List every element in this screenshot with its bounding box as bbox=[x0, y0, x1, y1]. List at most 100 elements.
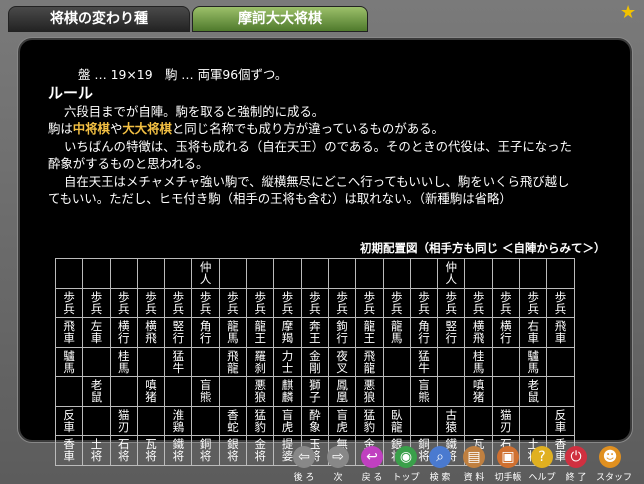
piece-label: 歩兵 bbox=[199, 289, 212, 316]
board-cell: 桂馬 bbox=[109, 346, 138, 377]
board-cell: 悪狼 bbox=[246, 376, 275, 407]
piece-label: 歩兵 bbox=[63, 289, 75, 316]
piece-label: 歩兵 bbox=[145, 289, 157, 316]
return-button[interactable]: ↩ 戻 る bbox=[358, 444, 386, 484]
board-cell: 龍馬 bbox=[382, 317, 411, 348]
piece-label: 歩兵 bbox=[90, 289, 103, 316]
board-cell: 羅刹 bbox=[246, 346, 275, 377]
board-cell: 飛車 bbox=[546, 317, 575, 348]
board-cell: 角行 bbox=[409, 317, 439, 348]
piece-label: 鉤行 bbox=[336, 319, 348, 346]
piece-label: 猛牛 bbox=[418, 348, 430, 375]
piece-label: 嗔猪 bbox=[145, 378, 157, 405]
tab-maka-daidai-shogi[interactable]: 摩訶大大将棋 bbox=[192, 6, 368, 32]
star-icon[interactable]: ★ bbox=[620, 4, 638, 22]
piece-label: 酔象 bbox=[309, 407, 321, 434]
search-label: 検 索 bbox=[429, 473, 451, 483]
board-cell: 猛豹 bbox=[355, 405, 384, 436]
search-button[interactable]: ⌕ 検 索 bbox=[426, 444, 454, 484]
initial-setup-board: 仲人 仲人 歩兵 歩兵 歩兵 歩兵 歩兵 歩兵 歩兵 歩兵 歩兵 歩兵 歩兵 歩兵 歩兵 歩兵 歩兵 歩兵 歩兵 歩兵… bbox=[54, 258, 575, 466]
board-cell: 歩兵 bbox=[355, 287, 384, 318]
top-button[interactable]: ◉ トップ bbox=[392, 444, 420, 484]
piece-label: 摩羯 bbox=[281, 319, 294, 346]
help-label: ヘルプ bbox=[528, 473, 556, 483]
board-cell bbox=[191, 346, 220, 377]
link-daidai-shogi[interactable]: 大大将棋 bbox=[122, 121, 172, 136]
piece-label: 反車 bbox=[554, 407, 567, 434]
staff-button[interactable]: ☻ スタッフ bbox=[596, 444, 633, 484]
rule-paragraph-3a: いちばんの特徴は、玉将も成れる（自在天王）のである。そのときの代役は、王子になっ… bbox=[64, 138, 572, 154]
next-button[interactable]: ⇨ 次 bbox=[324, 444, 352, 484]
kiribuda-label: 切手帳 bbox=[494, 473, 522, 483]
rule-paragraph-3b: 酔象がするものと思われる。 bbox=[48, 156, 209, 171]
board-cell: 龍王 bbox=[355, 317, 384, 348]
piece-label: 角行 bbox=[199, 319, 212, 346]
board-cell: 歩兵 bbox=[300, 287, 329, 318]
board-cell: 反車 bbox=[546, 405, 575, 436]
piece-label: 銅将 bbox=[199, 437, 212, 464]
tab-bar: 将棋の変わり種 摩訶大大将棋 bbox=[8, 6, 368, 32]
return-label: 戻 る bbox=[361, 473, 383, 483]
board-row: 飛車 左車 横行 横飛 竪行 角行 龍馬 龍王 摩羯 奔王 鉤行 龍王 龍馬 角行 竪行 横飛 横行 右車 飛車 bbox=[54, 317, 575, 348]
board-row: 驢馬 桂馬 猛牛 飛龍 羅刹 力士 金剛 夜叉 飛龍 猛牛 桂馬 驢馬 bbox=[54, 346, 575, 377]
board-cell: 嗔猪 bbox=[136, 376, 166, 407]
board-cell: 歩兵 bbox=[273, 287, 302, 318]
staff-icon: ☻ bbox=[599, 446, 621, 468]
board-cell bbox=[382, 258, 411, 289]
rule-heading: ルール bbox=[48, 83, 94, 102]
piece-label: 歩兵 bbox=[309, 289, 321, 316]
piece-label: 獅子 bbox=[309, 378, 321, 405]
piece-label: 嗔猪 bbox=[472, 378, 485, 405]
board-cell bbox=[109, 258, 138, 289]
piece-label: 左車 bbox=[90, 319, 103, 346]
piece-label: 歩兵 bbox=[363, 289, 376, 316]
board-cell: 歩兵 bbox=[136, 287, 166, 318]
kiribuda-button[interactable]: ▣ 切手帳 bbox=[494, 444, 522, 484]
piece-label: 驢馬 bbox=[63, 348, 75, 375]
piece-label: 老鼠 bbox=[527, 378, 539, 405]
piece-label: 香蛇 bbox=[227, 407, 239, 434]
piece-label: 盲虎 bbox=[336, 407, 348, 434]
board-cell: 歩兵 bbox=[82, 287, 111, 318]
piece-label: 奔王 bbox=[309, 319, 321, 346]
piece-label: 飛車 bbox=[63, 319, 75, 346]
board-cell bbox=[546, 258, 575, 289]
board-cell: 猛牛 bbox=[164, 346, 193, 377]
board-cell: 老鼠 bbox=[82, 376, 111, 407]
magnifier-icon: ⌕ bbox=[429, 446, 451, 468]
board-cell: 古猿 bbox=[437, 405, 466, 436]
board-cell: 歩兵 bbox=[409, 287, 439, 318]
board-cell: 歩兵 bbox=[546, 287, 575, 318]
piece-label: 歩兵 bbox=[390, 289, 403, 316]
back-button[interactable]: ⇦ 後 ろ bbox=[290, 444, 318, 484]
board-caption: 初期配置図（相手方も同じ ＜自陣からみて＞） bbox=[360, 241, 606, 255]
board-cell: 桂馬 bbox=[464, 346, 493, 377]
piece-label: 夜叉 bbox=[336, 348, 348, 375]
board-cell bbox=[437, 346, 466, 377]
board-cell: 歩兵 bbox=[246, 287, 275, 318]
board-cell bbox=[191, 405, 220, 436]
board-row: 老鼠 嗔猪 盲熊 悪狼 麒麟 獅子 鳳凰 悪狼 盲熊 嗔猪 老鼠 bbox=[54, 376, 575, 407]
board-cell: 龍王 bbox=[246, 317, 275, 348]
piece-label: 瓦将 bbox=[145, 437, 157, 464]
piece-label: 歩兵 bbox=[172, 289, 185, 316]
board-cell bbox=[519, 405, 548, 436]
exit-button[interactable]: ⏻ 終 了 bbox=[562, 444, 590, 484]
data-button[interactable]: ▤ 資 料 bbox=[460, 444, 488, 484]
link-chu-shogi[interactable]: 中将棋 bbox=[73, 121, 110, 136]
piece-label: 猫刃 bbox=[117, 407, 130, 434]
board-cell bbox=[464, 258, 493, 289]
board-cell: 歩兵 bbox=[437, 287, 466, 318]
tab-variants[interactable]: 将棋の変わり種 bbox=[8, 6, 190, 32]
exit-label: 終 了 bbox=[565, 473, 587, 483]
piece-label: 猫刃 bbox=[500, 407, 512, 434]
board-cell: 歩兵 bbox=[54, 287, 84, 318]
piece-label: 歩兵 bbox=[254, 289, 266, 316]
staff-label: スタッフ bbox=[596, 473, 633, 483]
board-cell bbox=[437, 376, 466, 407]
help-button[interactable]: ? ヘルプ bbox=[528, 444, 556, 484]
piece-label: 驢馬 bbox=[527, 348, 539, 375]
piece-label: 盲熊 bbox=[418, 378, 430, 405]
board-cell: 酔象 bbox=[300, 405, 329, 436]
board-cell: 鐵将 bbox=[164, 435, 193, 466]
